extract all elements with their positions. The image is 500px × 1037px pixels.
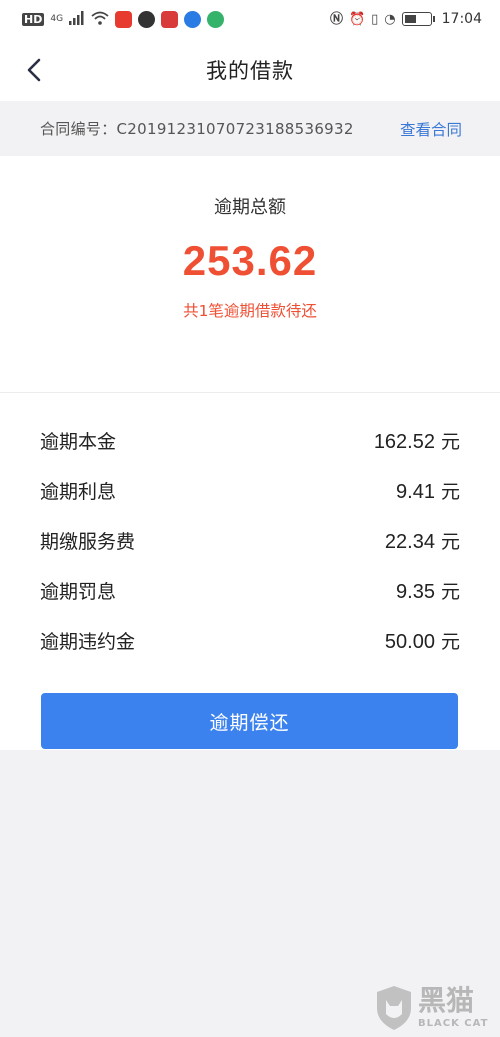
detail-unit: 元	[440, 430, 460, 453]
contract-label: 合同编号：	[40, 120, 117, 138]
vibrate-icon: ▯	[371, 11, 379, 27]
detail-unit: 元	[440, 530, 460, 553]
detail-unit: 元	[440, 480, 460, 503]
detail-value: 9.35 元	[396, 577, 460, 604]
app-red-icon	[161, 10, 179, 28]
overdue-repay-button[interactable]: 逾期偿还	[41, 693, 458, 749]
watermark-cn: 黑猫	[418, 984, 475, 1017]
detail-label: 逾期罚息	[40, 580, 117, 603]
detail-amount: 9.35	[396, 580, 435, 603]
app-green-icon	[207, 10, 225, 28]
contract-info: 合同编号：C2019123107072318853693​2	[40, 118, 354, 139]
detail-amount: 22.34	[384, 530, 435, 553]
black-cat-logo-icon	[377, 986, 411, 1030]
contract-bar: 合同编号：C2019123107072318853693​2 查看合同	[0, 101, 500, 156]
summary-label: 逾期总额	[214, 197, 286, 218]
loan-card: 逾期总额 253.62 共1笔逾期借款待还 逾期本金 162.52 元 逾期利息 …	[0, 156, 500, 750]
page-title: 我的借款	[206, 58, 294, 83]
detail-amount: 162.52	[373, 430, 435, 453]
overdue-total-amount: 253.62	[182, 237, 318, 284]
detail-value: 9.41 元	[396, 477, 460, 504]
wifi-icon	[91, 11, 109, 28]
detail-row-interest: 逾期利息 9.41 元	[40, 465, 460, 515]
battery-icon	[401, 12, 435, 26]
baidu-icon	[184, 10, 202, 28]
overdue-note: 共1笔逾期借款待还	[183, 302, 317, 320]
network-badge: 4G	[50, 13, 64, 24]
contract-number: C2019123107072318853693​2	[116, 120, 354, 138]
detail-value: 22.34 元	[385, 527, 460, 554]
detail-row-default-fee: 逾期违约金 50.00 元	[40, 615, 460, 665]
detail-value: 162.52 元	[374, 427, 460, 454]
nav-bar: 我的借款	[0, 38, 500, 101]
chevron-left-icon	[27, 58, 41, 81]
speed-icon: ◔	[384, 11, 396, 27]
detail-unit: 元	[440, 630, 460, 653]
detail-unit: 元	[440, 580, 460, 603]
detail-row-penalty-interest: 逾期罚息 9.35 元	[40, 565, 460, 615]
qq-icon	[138, 10, 156, 28]
detail-label: 逾期本金	[40, 430, 117, 453]
detail-value: 50.00 元	[385, 627, 460, 654]
hd-badge: HD	[22, 12, 45, 26]
watermark-en: BLACK CAT	[418, 1018, 489, 1029]
detail-label: 逾期利息	[40, 480, 117, 503]
detail-row-service-fee: 期缴服务费 22.34 元	[40, 515, 460, 565]
status-right: Ⓝ ⏰ ▯ ◔ 17:04	[330, 11, 482, 27]
nfc-icon: Ⓝ	[329, 11, 343, 27]
detail-list: 逾期本金 162.52 元 逾期利息 9.41 元 期缴服务费 22.34 元 逾期罚…	[0, 393, 500, 665]
status-time: 17:04	[441, 11, 482, 27]
watermark: 黑猫 BLACK CAT	[374, 979, 500, 1037]
detail-amount: 50.00	[384, 630, 435, 653]
status-left: HD 4G	[22, 10, 225, 28]
detail-label: 期缴服务费	[40, 530, 136, 553]
detail-row-principal: 逾期本金 162.52 元	[40, 415, 460, 465]
overdue-summary: 逾期总额 253.62 共1笔逾期借款待还	[0, 193, 500, 393]
view-contract-link[interactable]: 查看合同	[400, 118, 462, 140]
status-bar: HD 4G Ⓝ ⏰ ▯ ◔ 17:04	[0, 0, 500, 38]
back-button[interactable]	[16, 52, 52, 88]
alarm-icon: ⏰	[348, 11, 366, 27]
detail-label: 逾期违约金	[40, 630, 136, 653]
app-notification-icon	[115, 10, 133, 28]
signal-icon	[69, 10, 85, 28]
watermark-text: 黑猫 BLACK CAT	[418, 984, 489, 1030]
detail-amount: 9.41	[396, 480, 435, 503]
